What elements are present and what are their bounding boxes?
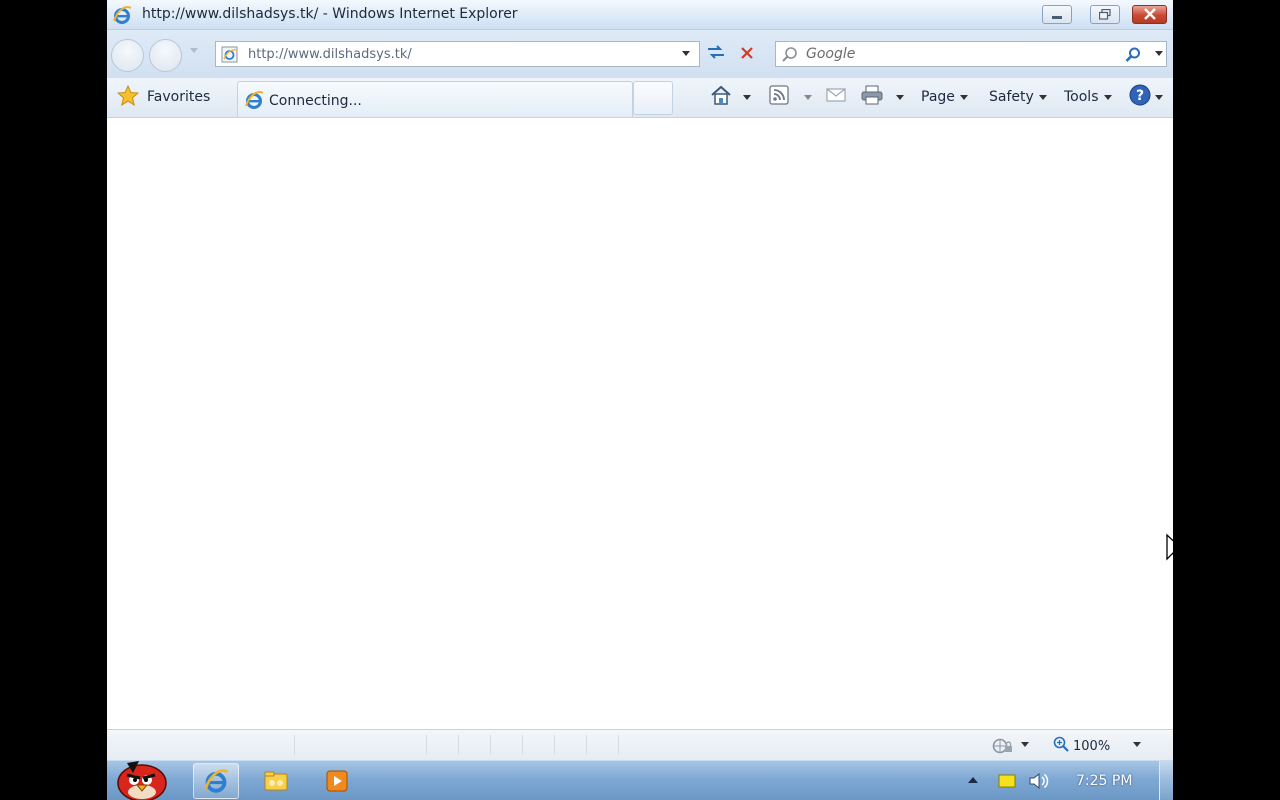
internet-explorer-icon: [204, 769, 229, 793]
star-icon: [116, 84, 140, 110]
search-button[interactable]: [1123, 45, 1143, 65]
print-button[interactable]: [861, 85, 883, 109]
tab-active[interactable]: Connecting...: [237, 81, 633, 117]
search-provider-icon: [781, 46, 799, 68]
search-box[interactable]: [775, 41, 1167, 67]
status-bar: 100%: [107, 729, 1173, 760]
internet-explorer-icon: [112, 5, 132, 29]
taskbar-internet-explorer[interactable]: [193, 763, 239, 799]
status-divider: [554, 735, 555, 755]
taskbar-clock[interactable]: 7:25 PM: [1076, 773, 1132, 789]
address-bar[interactable]: http://www.dilshadsys.tk/: [215, 41, 700, 67]
close-icon: [1143, 5, 1156, 24]
zoom-dropdown[interactable]: [1133, 742, 1141, 747]
protected-mode-dropdown[interactable]: [1021, 742, 1029, 747]
svg-text:?: ?: [1136, 88, 1144, 104]
feeds-dropdown[interactable]: [804, 86, 812, 108]
back-button[interactable]: [111, 39, 144, 72]
status-divider: [586, 735, 587, 755]
search-options-dropdown[interactable]: [1155, 51, 1163, 56]
home-icon: [710, 85, 732, 109]
safety-menu[interactable]: Safety: [989, 86, 1047, 108]
internet-explorer-icon: [244, 90, 264, 114]
magnifier-icon: [1125, 47, 1140, 62]
help-button[interactable]: ?: [1129, 84, 1163, 110]
print-dropdown[interactable]: [896, 86, 904, 108]
forward-button[interactable]: [149, 39, 182, 72]
page-menu[interactable]: Page: [921, 86, 968, 108]
refresh-button[interactable]: [704, 43, 728, 65]
home-dropdown[interactable]: [743, 86, 751, 108]
status-divider: [618, 735, 619, 755]
show-hidden-icons-button[interactable]: [968, 777, 978, 783]
status-divider: [426, 735, 427, 755]
stop-icon: [740, 45, 754, 64]
tools-menu-label: Tools: [1064, 89, 1099, 105]
address-input[interactable]: http://www.dilshadsys.tk/: [248, 47, 412, 62]
busy-cursor-icon: [1165, 533, 1173, 577]
close-button[interactable]: [1132, 5, 1167, 24]
zoom-control[interactable]: 100%: [1053, 736, 1110, 756]
zoom-level: 100%: [1073, 738, 1111, 754]
restore-icon: [1098, 5, 1111, 24]
address-dropdown[interactable]: [682, 51, 690, 56]
tab-title: Connecting...: [269, 93, 362, 109]
status-divider: [458, 735, 459, 755]
recent-pages-dropdown[interactable]: [190, 48, 198, 53]
volume-icon[interactable]: [1028, 771, 1050, 795]
window-title: http://www.dilshadsys.tk/ - Windows Inte…: [142, 6, 518, 22]
navigation-bar: http://www.dilshadsys.tk/: [107, 30, 1173, 78]
feeds-button[interactable]: [769, 85, 789, 109]
stop-button[interactable]: [735, 43, 759, 65]
folder-icon: [264, 771, 288, 791]
angry-bird-start-icon: [117, 761, 167, 800]
printer-icon: [861, 85, 883, 109]
read-mail-icon: [826, 87, 846, 107]
page-icon: [221, 46, 239, 67]
search-input[interactable]: [806, 45, 1096, 63]
zoom-icon: [1053, 736, 1069, 756]
media-player-icon: [326, 770, 348, 792]
chevron-down-icon: [1038, 94, 1047, 100]
show-desktop-button[interactable]: [1159, 761, 1173, 800]
protected-mode-icon[interactable]: [992, 737, 1014, 759]
rss-feed-icon: [769, 85, 789, 109]
command-bar: Favorites Connecting... Page Safety Tool…: [107, 78, 1173, 118]
tools-menu[interactable]: Tools: [1064, 86, 1112, 108]
favorites-label: Favorites: [147, 89, 211, 105]
refresh-icon: [706, 43, 726, 65]
title-bar[interactable]: http://www.dilshadsys.tk/ - Windows Inte…: [107, 0, 1173, 30]
start-button[interactable]: [113, 753, 171, 800]
safety-menu-label: Safety: [989, 89, 1034, 105]
home-button[interactable]: [710, 85, 732, 109]
browser-window: http://www.dilshadsys.tk/ - Windows Inte…: [107, 0, 1173, 760]
minimize-button[interactable]: [1042, 5, 1072, 24]
taskbar: 7:25 PM: [107, 760, 1173, 800]
taskbar-media-player[interactable]: [314, 763, 360, 799]
status-divider: [522, 735, 523, 755]
chevron-down-icon: [1155, 94, 1163, 100]
action-center-icon[interactable]: [998, 773, 1016, 793]
status-divider: [490, 735, 491, 755]
chevron-down-icon: [1103, 94, 1112, 100]
status-divider: [294, 735, 295, 755]
new-tab-button[interactable]: [633, 81, 673, 115]
minimize-icon: [1052, 16, 1062, 19]
page-menu-label: Page: [921, 89, 955, 105]
help-icon: ?: [1129, 84, 1151, 110]
favorites-button[interactable]: Favorites: [113, 84, 218, 110]
chevron-down-icon: [959, 94, 968, 100]
restore-button[interactable]: [1090, 5, 1120, 24]
read-mail-button[interactable]: [826, 86, 846, 108]
taskbar-windows-explorer[interactable]: [253, 763, 299, 799]
desktop-screen: http://www.dilshadsys.tk/ - Windows Inte…: [0, 0, 1280, 800]
page-content-area[interactable]: [107, 119, 1173, 729]
